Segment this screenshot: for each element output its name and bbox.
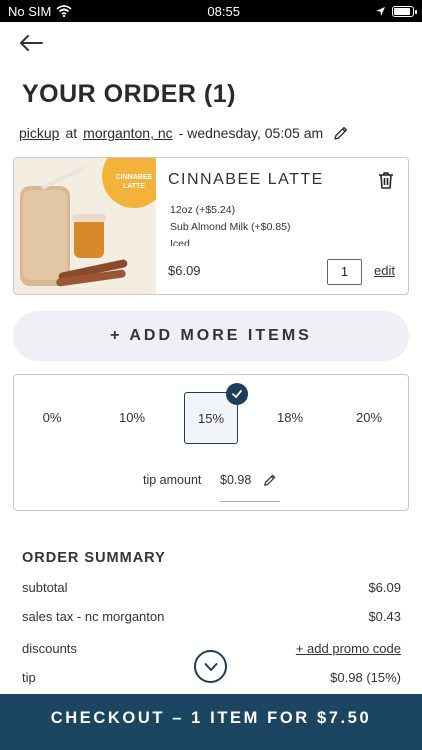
- summary-value: $6.09: [368, 580, 401, 595]
- edit-item-link[interactable]: edit: [374, 263, 395, 278]
- trash-icon[interactable]: [376, 170, 396, 190]
- tip-amount-label: tip amount: [143, 473, 202, 487]
- order-method-link[interactable]: pickup: [19, 125, 59, 141]
- summary-label: discounts: [22, 641, 77, 656]
- checkout-button[interactable]: CHECKOUT – 1 ITEM FOR $7.50: [0, 694, 422, 750]
- edit-pencil-icon[interactable]: [263, 473, 277, 487]
- selected-check-icon: [226, 383, 248, 405]
- order-time: - wednesday, 05:05 am: [178, 125, 324, 141]
- location-arrow-icon: [375, 6, 385, 16]
- order-summary-title: ORDER SUMMARY: [22, 550, 166, 566]
- clock: 08:55: [207, 3, 240, 19]
- tip-option-0[interactable]: 0%: [25, 392, 79, 444]
- page-title: YOUR ORDER (1): [22, 80, 236, 108]
- tip-amount-underline: [220, 501, 280, 502]
- cart-item-card: CINNABEE LATTE CINNABEE LATTE 12oz (+$5.…: [13, 157, 409, 295]
- summary-value: $0.43: [368, 609, 401, 624]
- tip-option-10[interactable]: 10%: [105, 392, 159, 444]
- carrier-label: No SIM: [8, 3, 52, 19]
- item-options: 12oz (+$5.24) Sub Almond Milk (+$0.85) I…: [170, 202, 350, 246]
- summary-label: tip: [22, 670, 36, 685]
- summary-value: $0.98 (15%): [330, 670, 401, 685]
- item-price: $6.09: [168, 263, 201, 278]
- summary-row-subtotal: subtotal $6.09: [22, 580, 401, 595]
- add-promo-code-link[interactable]: + add promo code: [296, 641, 401, 656]
- edit-pencil-icon[interactable]: [333, 125, 349, 141]
- add-more-items-button[interactable]: + ADD MORE ITEMS: [13, 311, 409, 361]
- tip-option-20[interactable]: 20%: [342, 392, 396, 444]
- order-meta: pickup at morganton, nc - wednesday, 05:…: [19, 125, 349, 141]
- svg-text:CINNABEE: CINNABEE: [116, 174, 153, 181]
- item-name: CINNABEE LATTE: [168, 171, 324, 188]
- svg-text:LATTE: LATTE: [123, 183, 145, 190]
- summary-row-tax: sales tax - nc morganton $0.43: [22, 609, 401, 624]
- location-link[interactable]: morganton, nc: [83, 125, 173, 141]
- item-option: Iced: [170, 238, 190, 246]
- battery-icon: [391, 5, 417, 17]
- latte-illustration: CINNABEE LATTE: [14, 158, 166, 294]
- status-bar: No SIM 08:55: [0, 0, 422, 22]
- item-option: 12oz (+$5.24): [170, 204, 236, 216]
- item-option: Sub Almond Milk (+$0.85): [170, 221, 291, 233]
- back-arrow-icon[interactable]: [18, 31, 44, 55]
- order-meta-at: at: [65, 125, 78, 141]
- product-image: CINNABEE LATTE: [14, 158, 166, 294]
- quantity-field[interactable]: 1: [327, 259, 362, 285]
- tip-selector: 0% 10% 15% 18% 20% tip amount $0.98: [13, 374, 409, 511]
- scroll-down-button[interactable]: [194, 650, 227, 683]
- wifi-icon: [56, 5, 72, 17]
- chevron-down-icon: [204, 662, 217, 671]
- summary-label: sales tax - nc morganton: [22, 609, 165, 624]
- summary-label: subtotal: [22, 580, 68, 595]
- tip-option-18[interactable]: 18%: [263, 392, 317, 444]
